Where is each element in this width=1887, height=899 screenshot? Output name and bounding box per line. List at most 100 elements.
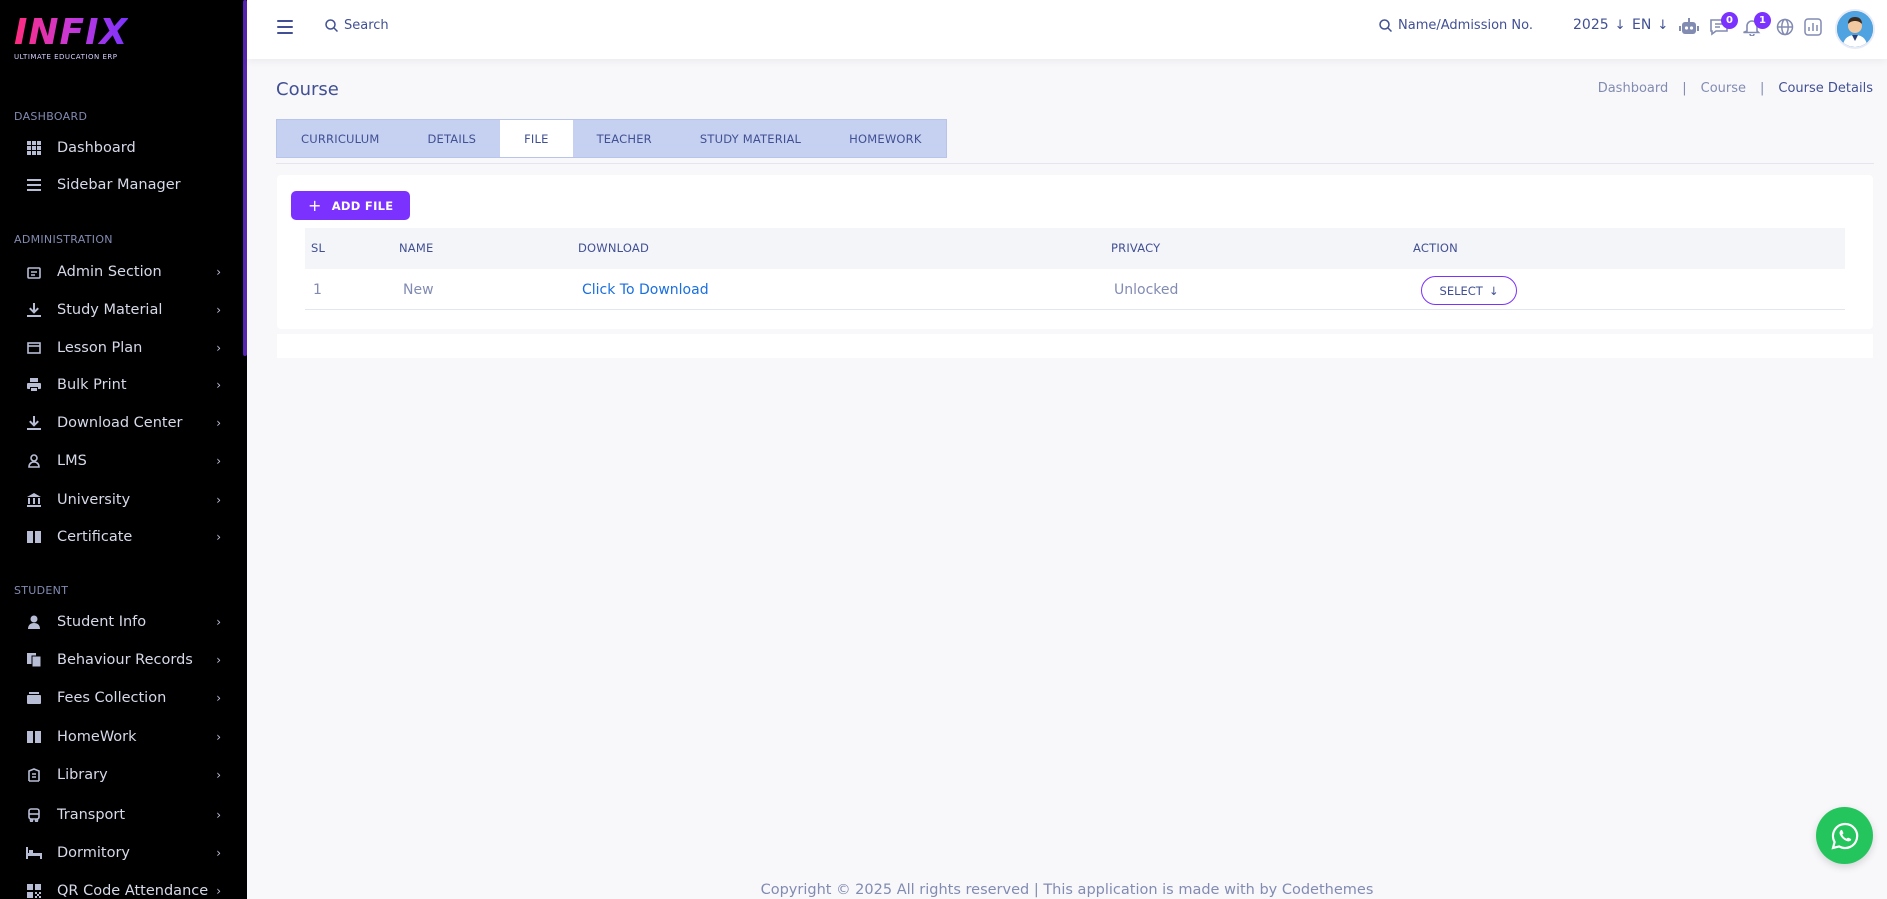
breadcrumb: Dashboard | Course | Course Details [1598,81,1873,96]
sidebar-item-qr-code-attendance[interactable]: QR Code Attendance › [0,875,243,899]
sidebar-item-behaviour-records[interactable]: Behaviour Records › [0,644,243,676]
sidebar-item-label: LMS [57,453,87,469]
add-file-button[interactable]: + ADD FILE [291,191,411,220]
tab-teacher[interactable]: TEACHER [573,120,676,157]
add-file-label: ADD FILE [331,198,394,213]
year-selector[interactable]: 2025 ↓ [1573,17,1626,33]
sidebar-item-label: Student Info [57,614,147,630]
sidebar-item-university[interactable]: University › [0,484,243,516]
chevron-right-icon: › [216,808,221,822]
section-label-dashboard: DASHBOARD [14,110,88,123]
sidebar-item-dashboard[interactable]: Dashboard [0,132,243,164]
chevron-right-icon: › [216,653,221,667]
search-box[interactable] [325,18,544,33]
menu-lines-icon [26,177,42,193]
globe-icon[interactable] [1774,16,1796,38]
chevron-right-icon: › [216,493,221,507]
download-link[interactable]: Click To Download [582,282,709,298]
library-icon [26,767,42,783]
search-input[interactable] [344,18,544,33]
download-icon [26,302,42,318]
sidebar-item-label: Transport [57,807,126,823]
sidebar-item-download-center[interactable]: Download Center › [0,407,243,439]
whatsapp-icon [1830,822,1858,850]
chevron-right-icon: › [216,378,221,392]
cell-sl: 1 [313,282,322,298]
chevron-right-icon: › [216,303,221,317]
robot-icon[interactable] [1678,16,1700,38]
sidebar-item-homework[interactable]: HomeWork › [0,721,243,753]
breadcrumb-separator: | [1760,81,1765,96]
bed-icon [26,845,42,861]
sidebar: INFIX ULTIMATE EDUCATION ERP DASHBOARD D… [0,0,247,899]
tab-file[interactable]: FILE [500,120,573,157]
bus-icon [26,807,42,823]
chevron-right-icon: › [216,341,221,355]
records-icon [26,652,42,668]
sidebar-item-student-info[interactable]: Student Info › [0,606,243,638]
chat-icon[interactable]: 0 [1708,12,1738,38]
sidebar-item-transport[interactable]: Transport › [0,799,243,831]
breadcrumb-course-details: Course Details [1778,81,1873,96]
sidebar-item-bulk-print[interactable]: Bulk Print › [0,369,243,401]
sidebar-item-certificate[interactable]: Certificate › [0,521,243,553]
brand-logo[interactable]: INFIX ULTIMATE EDUCATION ERP [14,14,128,62]
sidebar-item-label: Certificate [57,529,133,545]
breadcrumb-separator: | [1682,81,1687,96]
download-icon [26,415,42,431]
table-row: 1 New Click To Download Unlocked SELECT ↓ [305,269,1845,310]
bell-icon[interactable]: 1 [1741,12,1771,38]
section-label-student: STUDENT [14,584,69,597]
language-selector[interactable]: EN ↓ [1632,17,1668,33]
sidebar-item-admin-section[interactable]: Admin Section › [0,256,243,288]
sidebar-item-lesson-plan[interactable]: Lesson Plan › [0,332,243,364]
sidebar-item-lms[interactable]: LMS › [0,445,243,477]
column-header-sl: SL [311,241,326,255]
sidebar-item-label: Sidebar Manager [57,177,181,193]
tab-homework[interactable]: HOMEWORK [825,120,945,157]
qr-icon [26,883,42,899]
tab-details[interactable]: DETAILS [403,120,500,157]
whatsapp-button[interactable] [1816,807,1873,864]
breadcrumb-course[interactable]: Course [1701,81,1746,96]
cell-name: New [403,282,434,298]
chevron-right-icon: › [216,416,221,430]
sidebar-item-sidebar-manager[interactable]: Sidebar Manager [0,169,243,201]
sidebar-item-label: Download Center [57,415,183,431]
chevron-right-icon: › [216,530,221,544]
hamburger-menu-icon[interactable] [277,20,293,34]
tab-study-material[interactable]: STUDY MATERIAL [676,120,825,157]
column-header-privacy: PRIVACY [1111,241,1161,255]
admission-search[interactable]: Name/Admission No. [1379,18,1533,33]
content-panel [277,334,1873,358]
sidebar-item-label: Dashboard [57,140,136,156]
chevron-right-icon: › [216,454,221,468]
arrow-down-icon: ↓ [1614,17,1626,33]
footer-copyright: Copyright © 2025 All rights reserved | T… [760,882,1374,898]
select-label: SELECT [1439,283,1483,298]
printer-icon [26,377,42,393]
sidebar-item-label: Fees Collection [57,690,167,706]
sidebar-item-dormitory[interactable]: Dormitory › [0,837,243,869]
sidebar-item-fees-collection[interactable]: Fees Collection › [0,682,243,714]
user-avatar[interactable] [1835,9,1875,49]
search-icon [1379,19,1392,32]
sidebar-item-label: Bulk Print [57,377,127,393]
sidebar-item-study-material[interactable]: Study Material › [0,294,243,326]
book-icon [26,529,42,545]
table-header: SL NAME DOWNLOAD PRIVACY ACTION [305,228,1845,269]
chevron-right-icon: › [216,615,221,629]
chevron-right-icon: › [216,884,221,898]
sidebar-item-label: Behaviour Records [57,652,193,668]
money-icon [26,690,42,706]
dashboard-grid-icon [26,140,42,156]
analytics-icon[interactable] [1802,16,1824,38]
sidebar-item-library[interactable]: Library › [0,759,243,791]
sidebar-item-label: Lesson Plan [57,340,143,356]
tab-curriculum[interactable]: CURRICULUM [277,120,403,157]
year-value: 2025 [1573,17,1609,33]
action-select-button[interactable]: SELECT ↓ [1421,276,1517,305]
lesson-plan-icon [26,340,42,356]
breadcrumb-dashboard[interactable]: Dashboard [1598,81,1669,96]
logo-tagline: ULTIMATE EDUCATION ERP [14,53,118,61]
